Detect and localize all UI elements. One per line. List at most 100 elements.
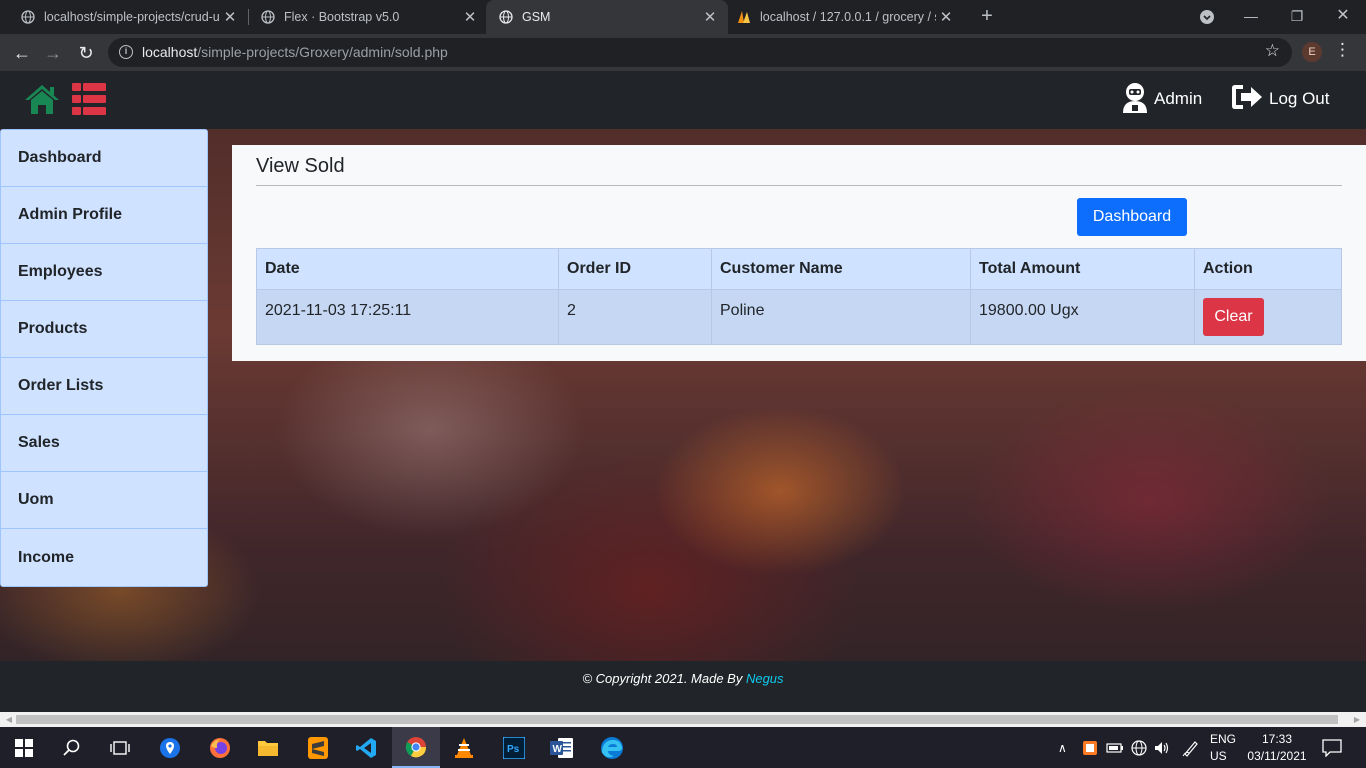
sidebar-item-order-lists[interactable]: Order Lists — [1, 358, 207, 415]
cell-date: 2021-11-03 17:25:11 — [256, 289, 559, 345]
more-menu-icon[interactable]: ⋮ — [1334, 40, 1351, 60]
browser-tab[interactable]: localhost/simple-projects/crud-u ✕ — [0, 0, 248, 34]
chrome-icon[interactable] — [392, 727, 440, 768]
network-globe-icon[interactable] — [1131, 727, 1147, 768]
logout-label: Log Out — [1269, 89, 1330, 108]
scroll-right-arrow-icon[interactable]: ▶ — [1350, 713, 1364, 726]
address-bar[interactable]: i localhost/simple-projects/Groxery/admi… — [108, 38, 1292, 67]
sidebar-item-uom[interactable]: Uom — [1, 472, 207, 529]
word-icon[interactable]: W — [538, 727, 586, 768]
column-header-action: Action — [1194, 248, 1342, 290]
url-host: localhost — [142, 44, 198, 60]
file-explorer-icon[interactable] — [244, 727, 292, 768]
browser-tab-title: localhost/simple-projects/crud-u — [44, 10, 220, 24]
new-tab-plus-icon[interactable]: + — [975, 4, 999, 28]
phpmyadmin-icon — [736, 9, 752, 25]
column-header-total-amount: Total Amount — [970, 248, 1195, 290]
footer-author-link[interactable]: Negus — [746, 671, 784, 686]
url-text[interactable]: localhost/simple-projects/Groxery/admin/… — [142, 44, 448, 60]
volume-icon[interactable] — [1154, 727, 1170, 768]
bookmark-star-icon[interactable]: ☆ — [1265, 41, 1280, 61]
close-icon[interactable]: ✕ — [936, 8, 956, 26]
system-clock[interactable]: 17:33 03/11/2021 — [1244, 731, 1310, 765]
photoshop-icon[interactable]: Ps — [490, 727, 538, 768]
maps-pin-icon[interactable] — [146, 727, 194, 768]
admin-user-icon — [1120, 81, 1154, 118]
browser-tab[interactable]: localhost / 127.0.0.1 / grocery / s ✕ — [728, 0, 964, 34]
clock-date: 03/11/2021 — [1247, 749, 1307, 763]
task-view-icon[interactable] — [96, 727, 144, 768]
sidebar-item-dashboard[interactable]: Dashboard — [1, 130, 207, 187]
svg-text:Ps: Ps — [507, 744, 520, 755]
windows-start-icon[interactable] — [0, 727, 48, 768]
title-divider — [256, 185, 1342, 186]
logout-icon — [1231, 83, 1269, 116]
profile-avatar[interactable]: E — [1302, 42, 1322, 62]
globe-icon — [20, 9, 36, 25]
admin-link[interactable]: Admin — [1120, 81, 1203, 118]
sold-table: Date Order ID Customer Name Total Amount… — [256, 248, 1342, 345]
window-close-icon[interactable]: ✕ — [1320, 0, 1366, 34]
language-code: ENG — [1210, 732, 1237, 746]
top-navbar: Admin Log Out — [0, 71, 1366, 129]
site-info-icon[interactable]: i — [119, 45, 133, 59]
table-row: 2021-11-03 17:25:11 2 Poline 19800.00 Ug… — [256, 289, 1342, 345]
sidebar-item-products[interactable]: Products — [1, 301, 207, 358]
admin-label: Admin — [1154, 89, 1203, 108]
input-language[interactable]: ENG US — [1210, 731, 1236, 765]
minimize-icon[interactable]: — — [1228, 0, 1274, 34]
footer-copyright: © Copyright 2021. Made By — [582, 671, 746, 686]
cell-total-amount: 19800.00 Ugx — [970, 289, 1195, 345]
scroll-left-arrow-icon[interactable]: ◀ — [2, 713, 16, 726]
horizontal-scrollbar[interactable]: ◀ ▶ — [0, 712, 1366, 727]
notification-center-icon[interactable] — [1322, 727, 1342, 768]
page-title: View Sold — [256, 155, 345, 177]
show-hidden-icons-chevron-icon[interactable]: ∧ — [1058, 727, 1067, 768]
dashboard-button[interactable]: Dashboard — [1077, 198, 1187, 236]
content-panel: View Sold Dashboard Date Order ID Custom… — [232, 145, 1366, 361]
edge-icon[interactable] — [588, 727, 636, 768]
sidebar-item-employees[interactable]: Employees — [1, 244, 207, 301]
scrollbar-thumb[interactable] — [16, 715, 1338, 724]
sidebar-menu: Dashboard Admin Profile Employees Produc… — [0, 129, 208, 587]
home-icon[interactable] — [24, 83, 60, 115]
battery-icon[interactable] — [1106, 727, 1124, 768]
pen-workspace-icon[interactable] — [1182, 727, 1200, 768]
vlc-icon[interactable] — [440, 727, 488, 768]
forward-arrow-icon[interactable]: → — [40, 40, 66, 66]
globe-icon — [498, 9, 514, 25]
globe-icon — [260, 9, 276, 25]
browser-tab-title: localhost / 127.0.0.1 / grocery / s — [760, 10, 936, 24]
column-header-order-id: Order ID — [558, 248, 712, 290]
restore-icon[interactable]: ❐ — [1274, 0, 1320, 34]
windows-taskbar: Ps W ∧ ENG US 17:33 03/11/2021 — [0, 727, 1366, 768]
sidebar-item-sales[interactable]: Sales — [1, 415, 207, 472]
vscode-icon[interactable] — [342, 727, 390, 768]
browser-tab-title: GSM — [522, 10, 551, 24]
sidebar-item-admin-profile[interactable]: Admin Profile — [1, 187, 207, 244]
close-icon[interactable]: ✕ — [700, 8, 720, 26]
tab-search-icon[interactable] — [1184, 0, 1230, 34]
logout-link[interactable]: Log Out — [1231, 83, 1330, 115]
sublime-text-icon[interactable] — [294, 727, 342, 768]
clear-button[interactable]: Clear — [1203, 298, 1264, 336]
firefox-icon[interactable] — [196, 727, 244, 768]
cell-action: Clear — [1194, 289, 1342, 345]
tray-app-icon[interactable] — [1082, 727, 1098, 768]
browser-tab[interactable]: Flex · Bootstrap v5.0 ✕ — [240, 0, 488, 34]
table-header-row: Date Order ID Customer Name Total Amount… — [256, 248, 1342, 290]
page-footer: © Copyright 2021. Made By Negus — [0, 661, 1366, 712]
search-icon[interactable] — [48, 727, 96, 768]
browser-tab-strip: localhost/simple-projects/crud-u ✕ Flex … — [0, 0, 1366, 34]
close-icon[interactable]: ✕ — [220, 8, 240, 26]
cell-order-id: 2 — [558, 289, 712, 345]
browser-tab-active[interactable]: GSM ✕ — [486, 0, 728, 34]
back-arrow-icon[interactable]: ← — [9, 40, 35, 66]
close-icon[interactable]: ✕ — [460, 8, 480, 26]
clock-time: 17:33 — [1261, 732, 1293, 746]
sidebar-item-income[interactable]: Income — [1, 529, 207, 586]
reload-icon[interactable]: ↻ — [73, 40, 99, 66]
list-menu-icon[interactable] — [72, 83, 106, 115]
browser-toolbar: ← → ↻ i localhost/simple-projects/Groxer… — [0, 34, 1366, 71]
browser-tab-title: Flex · Bootstrap v5.0 — [284, 10, 400, 24]
